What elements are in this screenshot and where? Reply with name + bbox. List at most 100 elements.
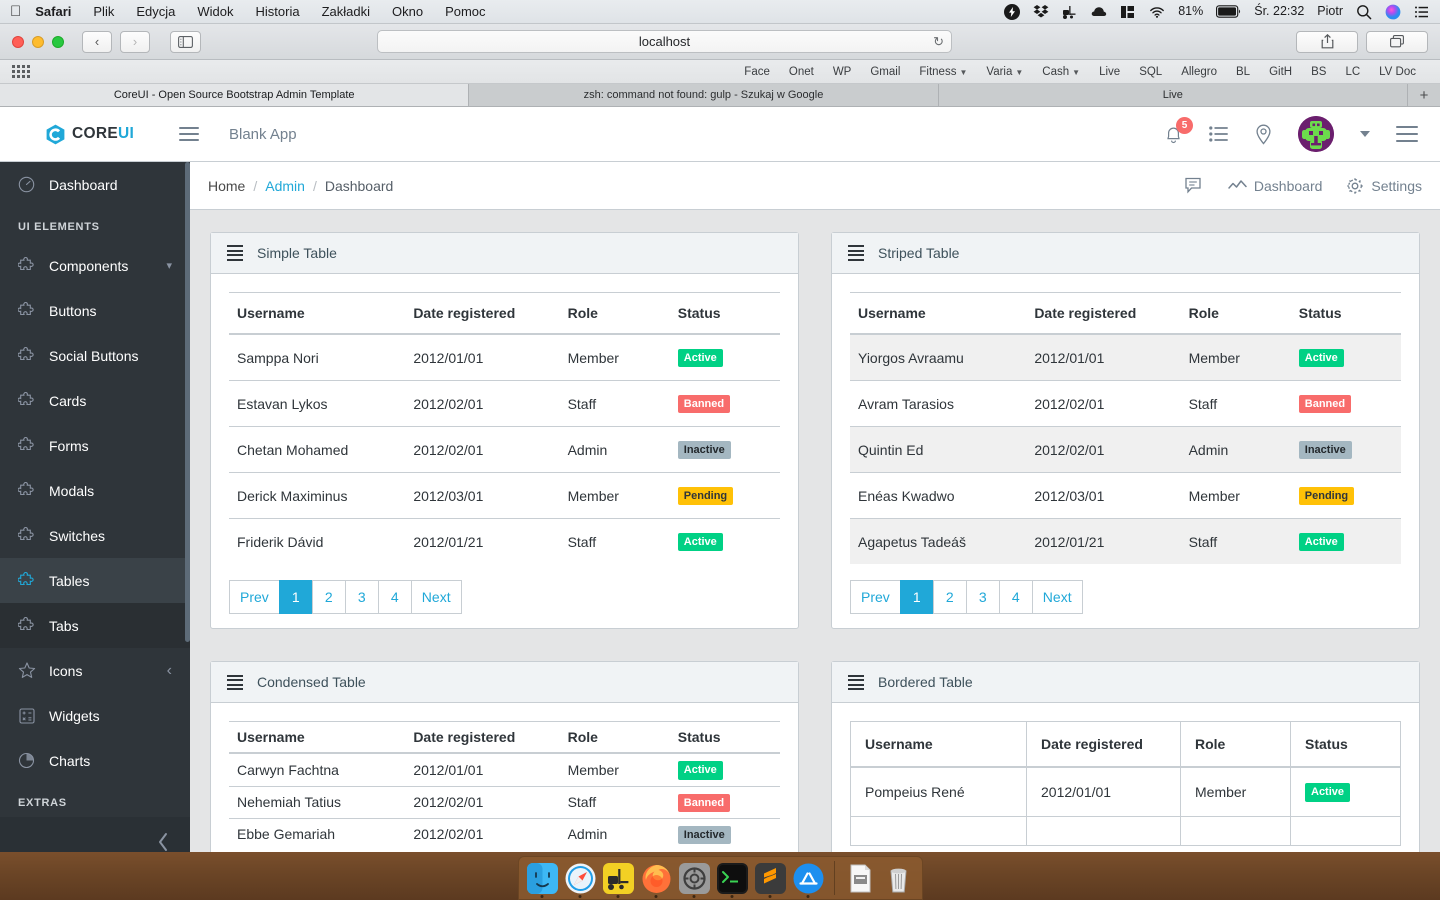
sidebar-item-components[interactable]: Components ▾	[0, 243, 190, 288]
apps-grid-icon[interactable]	[12, 65, 30, 78]
dock-item-safari[interactable]	[565, 863, 596, 898]
flash-icon[interactable]	[1004, 3, 1021, 20]
pagination-next[interactable]: Next	[1031, 580, 1083, 615]
pagination-prev[interactable]: Prev	[850, 580, 901, 615]
forward-button[interactable]: ›	[120, 30, 150, 53]
bookmark-item-bs[interactable]: BS	[1311, 66, 1326, 78]
menu-item-pomoc[interactable]: Pomoc	[445, 4, 485, 19]
sidebar-item-charts[interactable]: Charts	[0, 738, 190, 783]
pagination-page-1[interactable]: 1	[899, 580, 934, 615]
reload-icon[interactable]: ↻	[933, 34, 944, 50]
notifications-button[interactable]: 5	[1164, 116, 1193, 145]
wifi-icon[interactable]	[1149, 4, 1165, 20]
dock-item-app-store[interactable]	[793, 863, 824, 898]
sidebar-item-tabs[interactable]: Tabs	[0, 603, 190, 648]
dock-item-forklift[interactable]	[602, 862, 634, 898]
pagination-next[interactable]: Next	[410, 580, 462, 615]
menu-item-safari[interactable]: Safari	[35, 4, 71, 19]
bookmark-item-fitness[interactable]: Fitness ▼	[919, 66, 967, 78]
menu-item-okno[interactable]: Okno	[392, 4, 423, 19]
search-icon[interactable]	[1356, 4, 1372, 20]
menu-username[interactable]: Piotr	[1317, 5, 1343, 18]
pagination-page-4[interactable]: 4	[377, 580, 412, 615]
sidebar-item-icons[interactable]: Icons ‹	[0, 648, 190, 693]
bookmark-item-wp[interactable]: WP	[833, 66, 852, 78]
speech-bubble-icon[interactable]	[1185, 177, 1204, 194]
menu-item-widok[interactable]: Widok	[197, 4, 233, 19]
sidebar-item-modals[interactable]: Modals	[0, 468, 190, 513]
sidebar-item-switches[interactable]: Switches	[0, 513, 190, 558]
dock-item-finder[interactable]	[526, 862, 558, 898]
browser-tab-coreui[interactable]: CoreUI - Open Source Bootstrap Admin Tem…	[0, 84, 470, 106]
menu-item-edycja[interactable]: Edycja	[136, 4, 175, 19]
browser-tab-live[interactable]: Live	[938, 84, 1408, 106]
bookmark-item-varia[interactable]: Varia ▼	[986, 66, 1023, 78]
battery-icon[interactable]	[1216, 5, 1241, 18]
breadcrumb-item-home[interactable]: Home	[208, 178, 245, 194]
dock-item-sublime-text[interactable]	[754, 862, 786, 898]
sidebar-item-buttons[interactable]: Buttons	[0, 288, 190, 333]
caret-down-icon[interactable]	[1360, 131, 1370, 137]
sidebar-item-social-buttons[interactable]: Social Buttons	[0, 333, 190, 378]
brand-logo-area[interactable]: COREUI	[16, 124, 171, 145]
dropbox-icon[interactable]	[1033, 4, 1049, 20]
sidebar-item-cards[interactable]: Cards	[0, 378, 190, 423]
dock-item-firefox[interactable]	[641, 863, 672, 898]
window-layout-icon[interactable]	[1120, 4, 1136, 20]
pagination-page-2[interactable]: 2	[932, 580, 967, 615]
settings-link[interactable]: Settings	[1346, 177, 1422, 195]
tabs-overview-button[interactable]	[1366, 30, 1428, 53]
pagination-prev[interactable]: Prev	[229, 580, 280, 615]
map-pin-button[interactable]	[1255, 124, 1272, 145]
back-button[interactable]: ‹	[82, 30, 112, 53]
pagination-page-3[interactable]: 3	[344, 580, 379, 615]
close-window-button[interactable]	[12, 35, 24, 48]
bookmark-item-live[interactable]: Live	[1099, 66, 1120, 78]
sidebar-item-forms[interactable]: Forms	[0, 423, 190, 468]
minimize-window-button[interactable]	[32, 35, 44, 48]
zoom-window-button[interactable]	[52, 35, 64, 48]
bookmark-item-cash[interactable]: Cash ▼	[1042, 66, 1080, 78]
breadcrumb-item-admin[interactable]: Admin	[265, 178, 305, 194]
bookmark-item-lc[interactable]: LC	[1345, 66, 1360, 78]
dashboard-link[interactable]: Dashboard	[1228, 178, 1322, 194]
sidebar-item-tables[interactable]: Tables	[0, 558, 190, 603]
control-center-icon[interactable]	[1414, 4, 1430, 20]
bookmark-item-bl[interactable]: BL	[1236, 66, 1250, 78]
dock-item-system-preferences[interactable]	[678, 862, 710, 898]
menu-item-zakladki[interactable]: Zakładki	[322, 4, 370, 19]
pagination-page-2[interactable]: 2	[311, 580, 346, 615]
sidebar-item-dashboard[interactable]: Dashboard	[0, 162, 190, 207]
siri-icon[interactable]	[1385, 4, 1401, 20]
cloud-icon[interactable]	[1091, 4, 1107, 20]
aside-menu-toggle[interactable]	[1396, 126, 1418, 142]
task-list-button[interactable]	[1209, 125, 1229, 143]
forklift-icon[interactable]	[1062, 4, 1078, 20]
cell-username: Avram Tarasios	[850, 380, 1027, 427]
sidebar-menu-toggle[interactable]	[179, 127, 199, 141]
address-bar[interactable]: localhost ↻	[377, 30, 952, 53]
dock-item-document[interactable]	[845, 863, 876, 894]
pagination-page-1[interactable]: 1	[278, 580, 313, 615]
bookmark-item-lv-doc[interactable]: LV Doc	[1379, 66, 1416, 78]
bookmark-item-onet[interactable]: Onet	[789, 66, 814, 78]
menu-item-plik[interactable]: Plik	[93, 4, 114, 19]
user-avatar[interactable]	[1298, 116, 1334, 152]
bookmark-item-allegro[interactable]: Allegro	[1181, 66, 1217, 78]
bookmark-item-gmail[interactable]: Gmail	[870, 66, 900, 78]
new-tab-button[interactable]: +	[1407, 84, 1440, 106]
bookmark-item-sql[interactable]: SQL	[1139, 66, 1162, 78]
sidebar-toggle-button[interactable]	[170, 30, 201, 53]
menu-clock[interactable]: Śr. 22:32	[1254, 5, 1304, 18]
apple-icon[interactable]: 	[10, 4, 21, 19]
browser-tab-google[interactable]: zsh: command not found: gulp - Szukaj w …	[469, 84, 939, 106]
pagination-page-4[interactable]: 4	[998, 580, 1033, 615]
dock-item-trash[interactable]	[883, 863, 914, 894]
menu-item-historia[interactable]: Historia	[256, 4, 300, 19]
pagination-page-3[interactable]: 3	[965, 580, 1000, 615]
dock-item-terminal[interactable]	[716, 862, 748, 898]
bookmark-item-face[interactable]: Face	[744, 66, 770, 78]
sidebar-item-widgets[interactable]: Widgets	[0, 693, 190, 738]
bookmark-item-gith[interactable]: GitH	[1269, 66, 1292, 78]
share-button[interactable]	[1296, 30, 1358, 53]
